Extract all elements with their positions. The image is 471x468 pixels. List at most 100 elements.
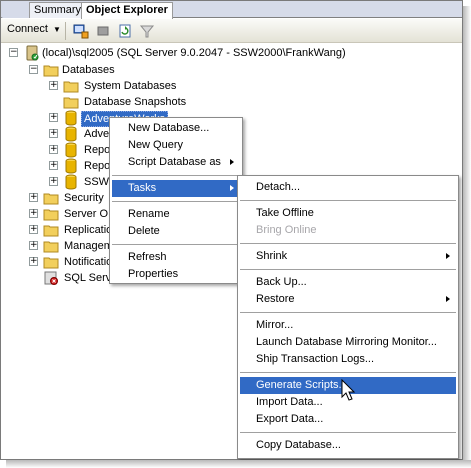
tab-summary[interactable]: Summary <box>29 2 83 18</box>
menu-separator <box>112 244 240 245</box>
database-icon <box>65 158 77 174</box>
tree-node-system-databases[interactable]: + System Databases <box>49 78 249 94</box>
tree-node-database[interactable]: + Adve <box>49 126 109 142</box>
sql-agent-label: SQL Serv <box>64 272 112 284</box>
menu-item-mirror[interactable]: Mirror... <box>240 317 456 334</box>
tree-node-database-snapshots[interactable]: Database Snapshots <box>49 94 249 110</box>
tab-strip: Summary Object Explorer <box>1 1 462 19</box>
expand-toggle[interactable]: + <box>29 209 38 218</box>
menu-item-label: Import Data... <box>256 396 323 408</box>
menu-item-label: Tasks <box>128 182 157 194</box>
tree-node-management[interactable]: + Managem <box>29 238 113 254</box>
submenu-arrow-icon <box>230 185 234 191</box>
refresh-icon[interactable] <box>117 23 133 39</box>
menu-item-launch-mirroring-monitor[interactable]: Launch Database Mirroring Monitor... <box>240 334 456 351</box>
menu-item-label: Refresh <box>128 251 167 263</box>
menu-item-label: Bring Online <box>256 224 317 236</box>
expand-toggle[interactable]: + <box>49 113 58 122</box>
tree-node-database[interactable]: + Repo <box>49 158 111 174</box>
tree-node-databases[interactable]: − Databases <box>29 62 229 78</box>
menu-item-copy-database[interactable]: Copy Database... <box>240 437 456 454</box>
tree-node-server-objects[interactable]: + Server O <box>29 206 109 222</box>
database-icon <box>65 142 77 158</box>
expand-toggle[interactable]: + <box>29 225 38 234</box>
expand-toggle[interactable]: + <box>49 177 58 186</box>
database-label: Adve <box>84 128 110 140</box>
menu-item-label: Back Up... <box>256 276 307 288</box>
folder-icon <box>63 81 79 93</box>
menu-item-refresh[interactable]: Refresh <box>112 249 240 266</box>
tree-node-database[interactable]: + Repo <box>49 142 110 158</box>
filter-icon[interactable] <box>139 23 155 39</box>
management-label: Managem <box>64 240 113 252</box>
connect-object-explorer-icon[interactable] <box>73 23 89 39</box>
menu-item-label: Rename <box>128 208 170 220</box>
menu-item-label: Take Offline <box>256 207 314 219</box>
menu-item-new-database[interactable]: New Database... <box>112 120 240 137</box>
expand-toggle[interactable]: + <box>49 161 58 170</box>
menu-item-ship-transaction-logs[interactable]: Ship Transaction Logs... <box>240 351 456 368</box>
toolbar-separator <box>65 22 66 40</box>
server-objects-label: Server O <box>64 208 109 220</box>
menu-item-restore[interactable]: Restore <box>240 291 456 308</box>
expand-toggle[interactable]: + <box>49 145 58 154</box>
menu-item-tasks[interactable]: Tasks <box>112 180 240 197</box>
menu-item-label: Generate Scripts... <box>256 379 348 391</box>
tree-node-server[interactable]: − (local)\sql2005 (SQL Server 9.0.2047 -… <box>9 45 459 61</box>
expand-toggle[interactable]: + <box>49 129 58 138</box>
menu-item-label: Script Database as <box>128 156 221 168</box>
tree-node-sql-server-agent[interactable]: SQL Serv <box>29 270 112 286</box>
menu-item-back-up[interactable]: Back Up... <box>240 274 456 291</box>
database-icon <box>65 126 77 142</box>
menu-separator <box>240 243 456 244</box>
expand-toggle[interactable]: + <box>29 241 38 250</box>
tab-object-explorer[interactable]: Object Explorer <box>81 2 173 19</box>
menu-separator <box>240 372 456 373</box>
menu-item-rename[interactable]: Rename <box>112 206 240 223</box>
tasks-submenu: Detach... Take Offline Bring Online Shri… <box>237 175 459 459</box>
menu-item-detach[interactable]: Detach... <box>240 179 456 196</box>
submenu-arrow-icon <box>230 159 234 165</box>
submenu-arrow-icon <box>446 253 450 259</box>
tree-node-database[interactable]: + SSWS <box>49 174 116 190</box>
databases-label: Databases <box>62 64 115 76</box>
menu-item-label: New Query <box>128 139 184 151</box>
collapse-toggle[interactable]: − <box>29 65 38 74</box>
menu-separator <box>240 200 456 201</box>
menu-item-script-database-as[interactable]: Script Database as <box>112 154 240 171</box>
menu-item-label: Ship Transaction Logs... <box>256 353 375 365</box>
object-explorer-window: Summary Object Explorer Connect ▼ − (loc… <box>0 0 463 460</box>
menu-separator <box>240 432 456 433</box>
tree-node-replication[interactable]: + Replicatio <box>29 222 112 238</box>
menu-separator <box>112 175 240 176</box>
menu-item-delete[interactable]: Delete <box>112 223 240 240</box>
expand-toggle[interactable]: + <box>49 81 58 90</box>
disconnect-icon[interactable] <box>95 23 111 39</box>
menu-item-label: Shrink <box>256 250 288 262</box>
expand-toggle[interactable]: + <box>29 257 38 266</box>
menu-item-properties[interactable]: Properties <box>112 266 240 283</box>
expand-toggle[interactable]: + <box>29 193 38 202</box>
menu-item-take-offline[interactable]: Take Offline <box>240 205 456 222</box>
server-label: (local)\sql2005 (SQL Server 9.0.2047 - S… <box>42 47 346 59</box>
menu-item-export-data[interactable]: Export Data... <box>240 411 456 428</box>
menu-item-label: Detach... <box>256 181 301 193</box>
mouse-pointer-icon <box>341 379 356 401</box>
menu-separator <box>112 201 240 202</box>
menu-item-bring-online: Bring Online <box>240 222 456 239</box>
system-databases-label: System Databases <box>84 80 177 92</box>
menu-item-shrink[interactable]: Shrink <box>240 248 456 265</box>
chevron-down-icon: ▼ <box>53 25 61 34</box>
security-label: Security <box>64 192 104 204</box>
menu-item-new-query[interactable]: New Query <box>112 137 240 154</box>
database-label: Repo <box>84 160 111 172</box>
tree-node-notification-services[interactable]: + Notificatio <box>29 254 112 270</box>
collapse-toggle[interactable]: − <box>9 48 18 57</box>
folder-icon <box>43 241 59 253</box>
server-icon <box>26 45 39 61</box>
menu-item-label: Properties <box>128 268 179 280</box>
connect-button[interactable]: Connect ▼ <box>7 23 61 39</box>
tree-node-security[interactable]: + Security <box>29 190 109 206</box>
folder-icon <box>43 257 59 269</box>
folder-icon <box>43 209 59 221</box>
